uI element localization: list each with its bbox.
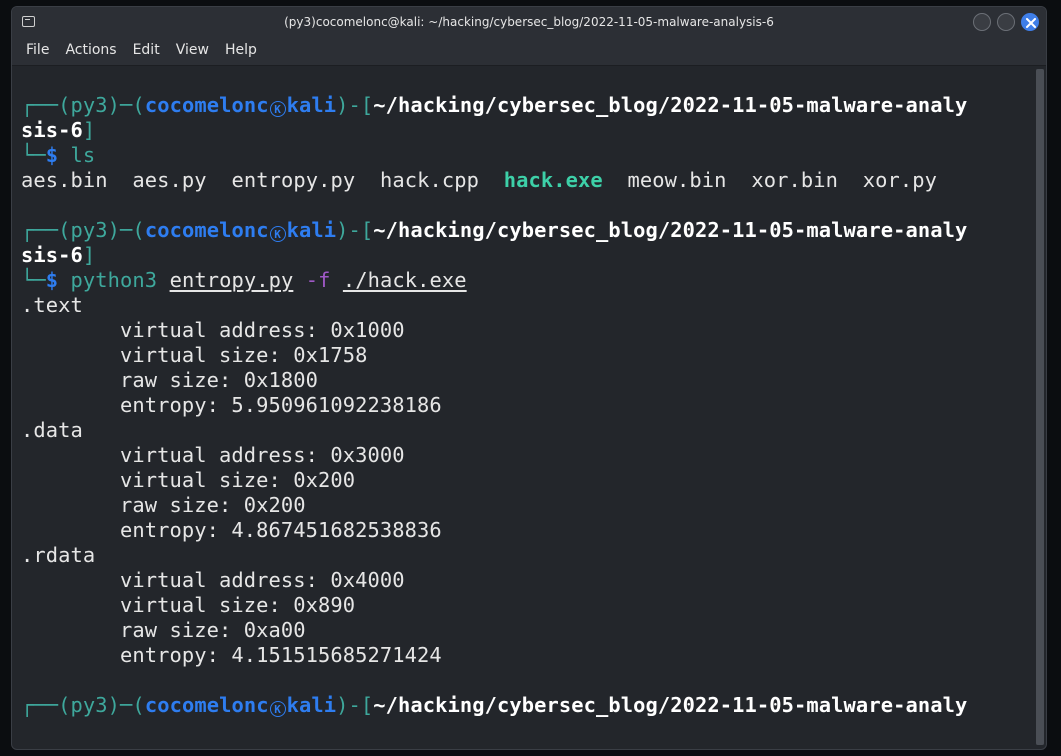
section-field: virtual size: 0x200 bbox=[120, 468, 356, 492]
kali-icon: K bbox=[269, 226, 286, 242]
section-field: raw size: 0x1800 bbox=[120, 368, 319, 392]
kali-icon: K bbox=[269, 701, 286, 717]
command-line: └─$ python3 entropy.py -f ./hack.exe bbox=[21, 268, 467, 292]
section-field: raw size: 0x200 bbox=[120, 493, 306, 517]
section-field: virtual size: 0x1758 bbox=[120, 343, 368, 367]
section-field: virtual address: 0x3000 bbox=[120, 443, 405, 467]
prompt-path: ~/hacking/cybersec_blog/2022-11-05-malwa… bbox=[373, 218, 968, 242]
prompt-line-wrap: sis-6] bbox=[21, 243, 96, 267]
terminal-output[interactable]: ┌──(py3)─(cocomelonc Kkali)-[~/hacking/cy… bbox=[21, 93, 1028, 718]
command-line: └─$ ls bbox=[21, 143, 96, 167]
prompt-line-wrap: sis-6] bbox=[21, 118, 96, 142]
close-button[interactable] bbox=[1021, 13, 1039, 31]
menu-view[interactable]: View bbox=[168, 42, 217, 60]
section-field: raw size: 0xa00 bbox=[120, 618, 306, 642]
menu-help[interactable]: Help bbox=[217, 42, 265, 60]
command-script: entropy.py bbox=[169, 268, 294, 292]
prompt-user: cocomelonc bbox=[144, 693, 269, 717]
scrollbar[interactable] bbox=[1036, 69, 1044, 745]
prompt-path: ~/hacking/cybersec_blog/2022-11-05-malwa… bbox=[373, 693, 968, 717]
close-icon bbox=[1026, 18, 1036, 28]
maximize-button[interactable] bbox=[997, 13, 1015, 31]
scrollbar-thumb[interactable] bbox=[1036, 69, 1044, 745]
menu-edit[interactable]: Edit bbox=[125, 42, 168, 60]
command-flag: -f bbox=[305, 268, 331, 292]
section-field: entropy: 5.950961092238186 bbox=[120, 393, 442, 417]
executable-file: hack.exe bbox=[503, 168, 603, 192]
prompt-host: kali bbox=[286, 693, 337, 717]
section-field: virtual address: 0x1000 bbox=[120, 318, 405, 342]
menu-actions[interactable]: Actions bbox=[57, 42, 124, 60]
prompt-line: ┌──(py3)─(cocomelonc Kkali)-[~/hacking/cy… bbox=[21, 93, 968, 117]
section-name: .data bbox=[21, 418, 83, 442]
window-title: (py3)cocomelonc@kali: ~/hacking/cybersec… bbox=[284, 15, 774, 29]
section-field: virtual address: 0x4000 bbox=[120, 568, 405, 592]
command-arg: ./hack.exe bbox=[342, 268, 467, 292]
menu-file[interactable]: File bbox=[18, 42, 57, 60]
prompt-line: ┌──(py3)─(cocomelonc Kkali)-[~/hacking/cy… bbox=[21, 693, 968, 717]
prompt-path: ~/hacking/cybersec_blog/2022-11-05-malwa… bbox=[373, 93, 968, 117]
menu-bar: File Actions Edit View Help bbox=[12, 37, 1046, 66]
title-bar[interactable]: (py3)cocomelonc@kali: ~/hacking/cybersec… bbox=[12, 7, 1046, 37]
section-name: .text bbox=[21, 293, 83, 317]
ls-output: aes.bin aes.py entropy.py hack.cpp hack.… bbox=[21, 168, 937, 192]
prompt-user: cocomelonc bbox=[144, 218, 269, 242]
prompt-host: kali bbox=[286, 218, 337, 242]
kali-icon: K bbox=[269, 101, 286, 117]
terminal-window: (py3)cocomelonc@kali: ~/hacking/cybersec… bbox=[11, 6, 1047, 750]
command-python: python3 bbox=[70, 268, 158, 292]
section-field: virtual size: 0x890 bbox=[120, 593, 356, 617]
prompt-user: cocomelonc bbox=[144, 93, 269, 117]
prompt-host: kali bbox=[286, 93, 337, 117]
minimize-button[interactable] bbox=[973, 13, 991, 31]
section-field: entropy: 4.867451682538836 bbox=[120, 518, 442, 542]
prompt-line: ┌──(py3)─(cocomelonc Kkali)-[~/hacking/cy… bbox=[21, 218, 968, 242]
section-name: .rdata bbox=[21, 543, 96, 567]
command-ls: ls bbox=[70, 143, 96, 167]
section-field: entropy: 4.151515685271424 bbox=[120, 643, 442, 667]
